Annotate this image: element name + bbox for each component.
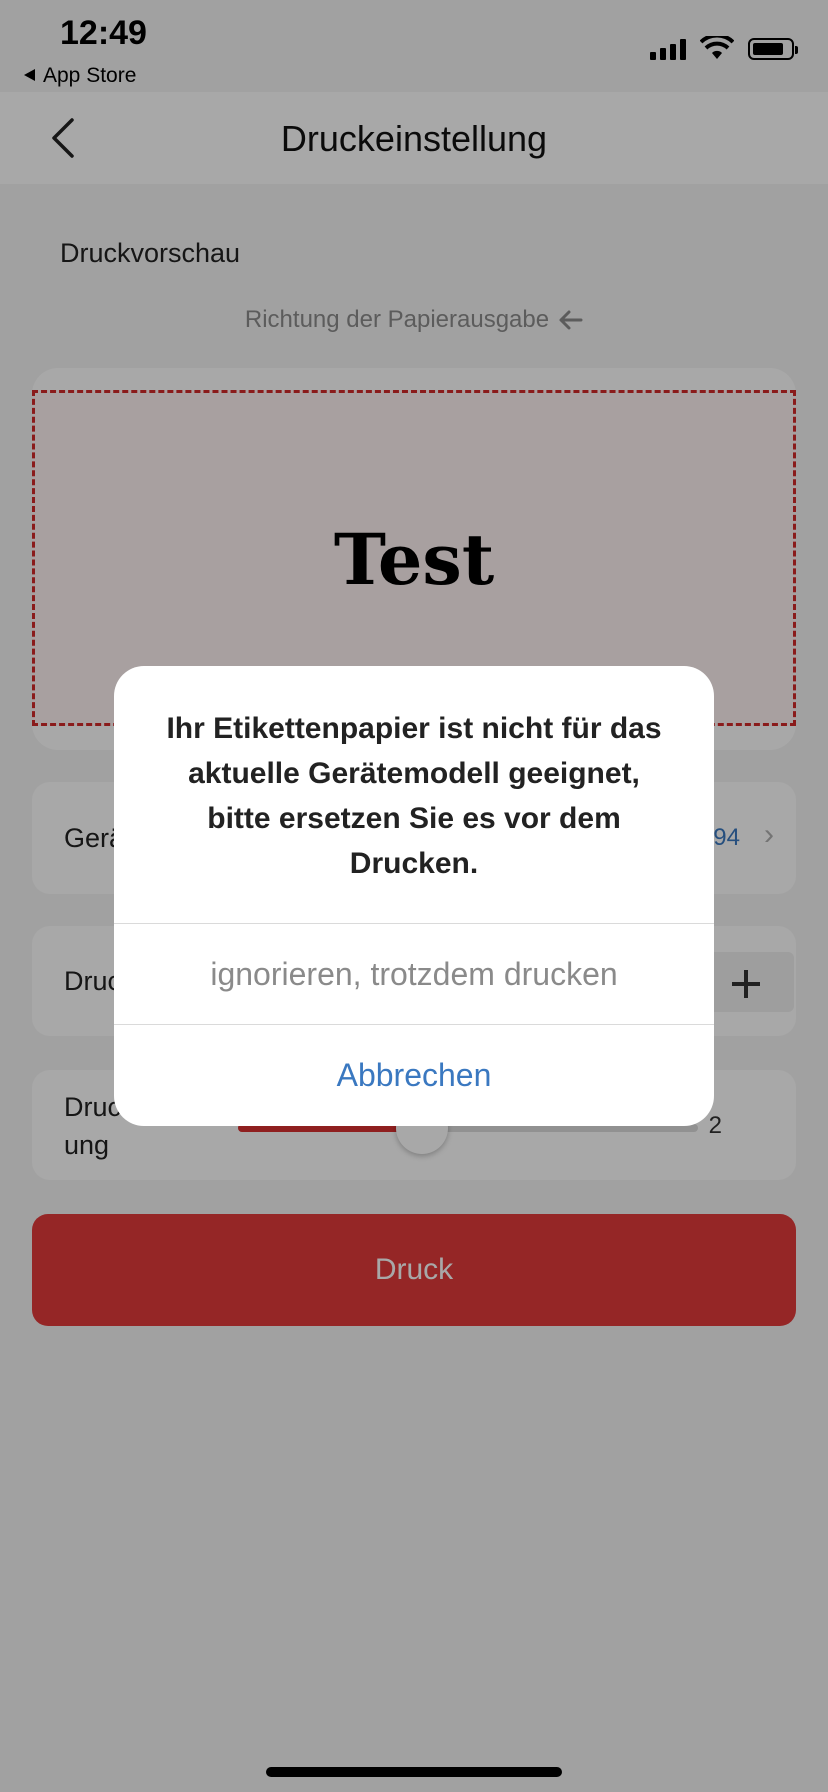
cancel-button[interactable]: Abbrechen xyxy=(114,1025,714,1125)
screen: 12:49 App Store Druckeinstellung Druckvo… xyxy=(0,0,828,1792)
alert-dialog: Ihr Etikettenpapier ist nicht für das ak… xyxy=(114,666,714,1126)
dialog-message: Ihr Etikettenpapier ist nicht für das ak… xyxy=(166,712,662,880)
home-indicator xyxy=(266,1767,562,1777)
ignore-print-anyway-button[interactable]: ignorieren, trotzdem drucken xyxy=(114,924,714,1024)
